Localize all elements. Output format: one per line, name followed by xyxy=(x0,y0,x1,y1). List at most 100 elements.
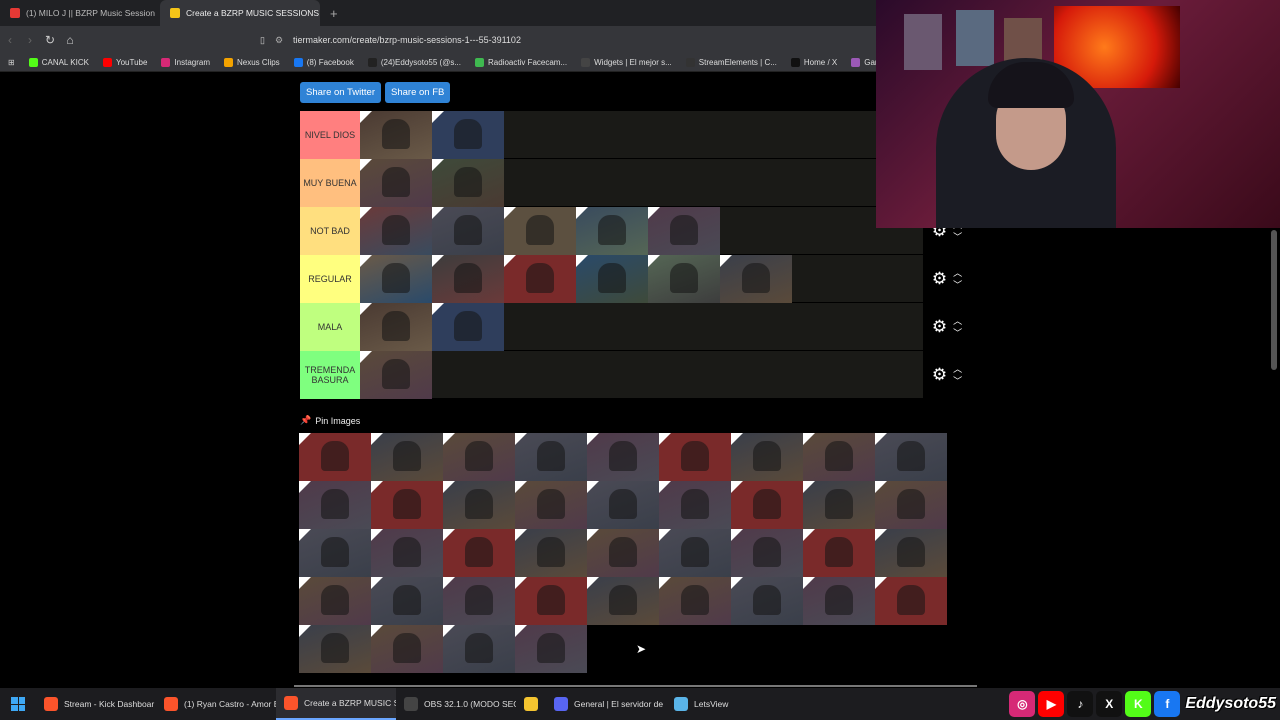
artist-thumbnail[interactable] xyxy=(731,481,803,529)
artist-thumbnail[interactable] xyxy=(299,529,371,577)
taskbar-item[interactable]: (1) Ryan Castro - Amor E xyxy=(156,688,276,720)
artist-thumbnail[interactable] xyxy=(659,577,731,625)
artist-thumbnail[interactable] xyxy=(803,577,875,625)
artist-thumbnail[interactable] xyxy=(587,529,659,577)
artist-thumbnail[interactable] xyxy=(875,433,947,481)
chevron-down-icon[interactable]: ﹀ xyxy=(953,231,962,243)
share-fb-button[interactable]: Share on FB xyxy=(385,82,451,103)
bookmark-item[interactable]: (8) Facebook xyxy=(293,58,354,67)
artist-thumbnail[interactable] xyxy=(659,529,731,577)
artist-thumbnail[interactable] xyxy=(299,577,371,625)
taskbar-item[interactable]: OBS 32.1.0 (MODO SEGU xyxy=(396,688,516,720)
artist-thumbnail[interactable] xyxy=(432,159,504,207)
artist-thumbnail[interactable] xyxy=(360,303,432,351)
chevron-up-icon[interactable]: ︿ xyxy=(953,267,962,279)
artist-thumbnail[interactable] xyxy=(432,303,504,351)
tier-label[interactable]: NOT BAD xyxy=(300,207,360,255)
chevron-up-icon[interactable]: ︿ xyxy=(953,315,962,327)
artist-thumbnail[interactable] xyxy=(299,481,371,529)
artist-thumbnail[interactable] xyxy=(360,351,432,399)
tier-label[interactable]: TREMENDA BASURA xyxy=(300,351,360,399)
gear-icon[interactable]: ⚙ xyxy=(932,317,947,337)
artist-thumbnail[interactable] xyxy=(731,433,803,481)
chevron-down-icon[interactable]: ﹀ xyxy=(953,279,962,291)
url-field[interactable]: ▯ ⚙ tiermaker.com/create/bzrp-music-sess… xyxy=(260,35,521,46)
artist-thumbnail[interactable] xyxy=(371,529,443,577)
tier-label[interactable]: MUY BUENA xyxy=(300,159,360,207)
artist-thumbnail[interactable] xyxy=(803,529,875,577)
artist-thumbnail[interactable] xyxy=(443,625,515,673)
taskbar-item[interactable]: General | El servidor de xyxy=(546,688,666,720)
artist-thumbnail[interactable] xyxy=(576,207,648,255)
gear-icon[interactable]: ⚙ xyxy=(932,365,947,385)
artist-thumbnail[interactable] xyxy=(371,481,443,529)
tier-label[interactable]: REGULAR xyxy=(300,255,360,303)
horizontal-scrollbar[interactable] xyxy=(294,685,977,687)
bookmark-item[interactable]: StreamElements | C... xyxy=(685,58,777,67)
artist-thumbnail[interactable] xyxy=(432,207,504,255)
artist-thumbnail[interactable] xyxy=(360,255,432,303)
artist-thumbnail[interactable] xyxy=(371,625,443,673)
artist-thumbnail[interactable] xyxy=(803,433,875,481)
tier-label[interactable]: NIVEL DIOS xyxy=(300,111,360,159)
bookmark-item[interactable]: YouTube xyxy=(102,58,147,67)
artist-thumbnail[interactable] xyxy=(803,481,875,529)
artist-thumbnail[interactable] xyxy=(515,529,587,577)
artist-thumbnail[interactable] xyxy=(432,111,504,159)
artist-thumbnail[interactable] xyxy=(432,255,504,303)
share-twitter-button[interactable]: Share on Twitter xyxy=(300,82,382,103)
artist-thumbnail[interactable] xyxy=(875,529,947,577)
tier-label[interactable]: MALA xyxy=(300,303,360,351)
taskbar-item[interactable]: LetsView xyxy=(666,688,786,720)
taskbar-item[interactable] xyxy=(516,688,546,720)
gear-icon[interactable]: ⚙ xyxy=(932,269,947,289)
back-icon[interactable]: ‹ xyxy=(0,33,20,47)
site-info-icon[interactable]: ⚙ xyxy=(275,35,283,46)
artist-thumbnail[interactable] xyxy=(515,577,587,625)
artist-thumbnail[interactable] xyxy=(515,481,587,529)
artist-thumbnail[interactable] xyxy=(443,577,515,625)
reload-icon[interactable]: ↻ xyxy=(40,33,60,47)
artist-thumbnail[interactable] xyxy=(299,433,371,481)
start-button[interactable] xyxy=(0,697,36,711)
artist-thumbnail[interactable] xyxy=(443,433,515,481)
artist-thumbnail[interactable] xyxy=(515,625,587,673)
artist-thumbnail[interactable] xyxy=(360,159,432,207)
artist-thumbnail[interactable] xyxy=(504,255,576,303)
artist-thumbnail[interactable] xyxy=(515,433,587,481)
artist-thumbnail[interactable] xyxy=(504,207,576,255)
chevron-down-icon[interactable]: ﹀ xyxy=(953,375,962,387)
tab-tiermaker[interactable]: Create a BZRP MUSIC SESSIONS ✕ xyxy=(160,0,320,26)
artist-thumbnail[interactable] xyxy=(659,481,731,529)
artist-thumbnail[interactable] xyxy=(731,577,803,625)
new-tab-icon[interactable]: + xyxy=(320,6,348,21)
artist-thumbnail[interactable] xyxy=(587,577,659,625)
artist-thumbnail[interactable] xyxy=(299,625,371,673)
chevron-up-icon[interactable]: ︿ xyxy=(953,363,962,375)
bookmark-item[interactable]: Home / X xyxy=(790,58,837,67)
vertical-scrollbar[interactable] xyxy=(1271,230,1277,370)
artist-thumbnail[interactable] xyxy=(659,433,731,481)
home-icon[interactable]: ⌂ xyxy=(60,33,80,47)
artist-thumbnail[interactable] xyxy=(443,481,515,529)
artist-thumbnail[interactable] xyxy=(648,255,720,303)
taskbar-item[interactable]: Create a BZRP MUSIC SE xyxy=(276,688,396,720)
bookmark-item[interactable]: Nexus Clips xyxy=(224,58,280,67)
artist-thumbnail[interactable] xyxy=(587,433,659,481)
forward-icon[interactable]: › xyxy=(20,33,40,47)
bookmark-item[interactable]: Radioactiv Facecam... xyxy=(474,58,567,67)
artist-thumbnail[interactable] xyxy=(443,529,515,577)
chevron-down-icon[interactable]: ﹀ xyxy=(953,327,962,339)
bookmark-icon[interactable]: ▯ xyxy=(260,35,265,46)
artist-thumbnail[interactable] xyxy=(371,577,443,625)
artist-thumbnail[interactable] xyxy=(587,481,659,529)
artist-thumbnail[interactable] xyxy=(875,481,947,529)
artist-thumbnail[interactable] xyxy=(576,255,648,303)
taskbar-item[interactable]: Stream - Kick Dashboar xyxy=(36,688,156,720)
tab-milo-j[interactable]: (1) MILO J || BZRP Music Session xyxy=(0,0,160,26)
bookmark-item[interactable]: Instagram xyxy=(161,58,210,67)
bookmark-item[interactable]: (24)Eddysoto55 (@s... xyxy=(367,58,461,67)
artist-thumbnail[interactable] xyxy=(371,433,443,481)
apps-grid-icon[interactable]: ⊞ xyxy=(8,58,15,67)
artist-thumbnail[interactable] xyxy=(648,207,720,255)
